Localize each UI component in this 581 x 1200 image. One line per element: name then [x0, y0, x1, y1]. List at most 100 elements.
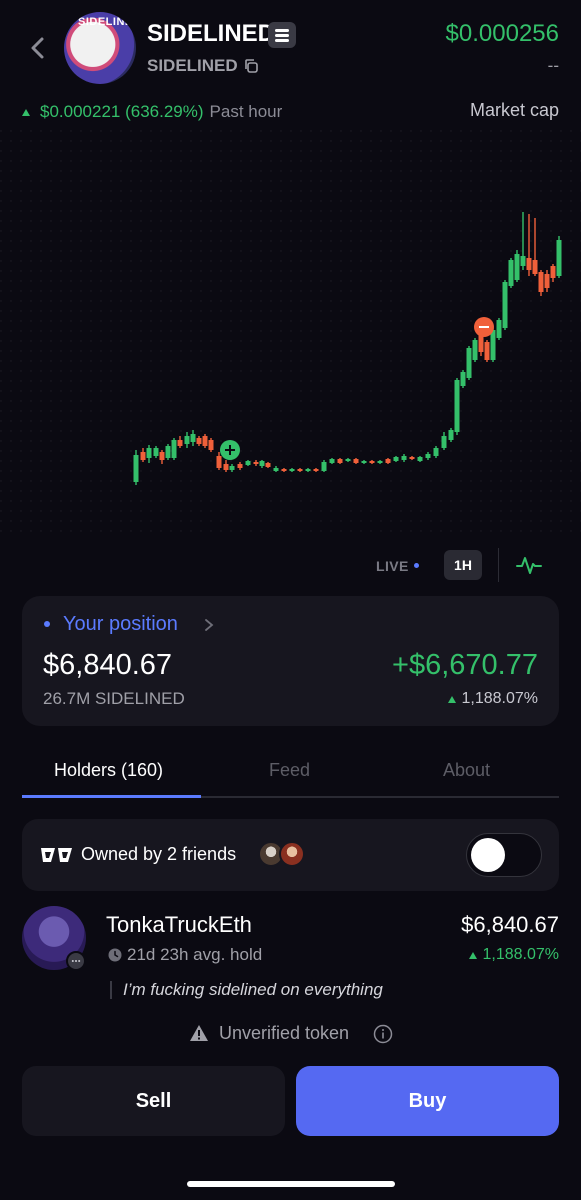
- position-value: $6,840.67: [43, 649, 173, 681]
- chevron-right-icon[interactable]: [204, 618, 214, 632]
- token-badge-icon: [268, 22, 296, 48]
- candle-body: [353, 459, 359, 463]
- candle-body: [508, 260, 514, 286]
- candle-body: [460, 372, 466, 386]
- candle-body: [409, 457, 415, 459]
- holder-name[interactable]: TonkaTruckEth: [106, 912, 252, 938]
- candle-body: [361, 461, 367, 463]
- candle-body: [265, 463, 271, 467]
- candle-body: [229, 466, 235, 470]
- token-avatar: SIDELINED: [64, 12, 136, 84]
- buy-button[interactable]: Buy: [296, 1066, 559, 1136]
- tab-feed[interactable]: Feed: [269, 760, 310, 781]
- up-triangle-icon: [22, 108, 30, 116]
- candle-body: [345, 459, 351, 461]
- copy-icon[interactable]: [243, 58, 259, 74]
- candle-body: [466, 348, 472, 378]
- candle-body: [496, 320, 502, 338]
- candle-body: [393, 457, 399, 461]
- candle-body: [425, 454, 431, 458]
- tab-holders[interactable]: Holders (160): [54, 760, 163, 781]
- holder-percent-text: 1,188.07%: [482, 946, 559, 963]
- candle-body: [490, 330, 496, 360]
- candle-body: [216, 456, 222, 468]
- candle-body: [441, 436, 447, 448]
- buy-marker: [220, 440, 240, 460]
- toggle-knob: [471, 838, 505, 872]
- candle-body: [433, 448, 439, 456]
- price-change-period: Past hour: [209, 102, 283, 121]
- holder-value: $6,840.67: [461, 912, 559, 937]
- quote-bar: [110, 981, 112, 999]
- candle-body: [526, 258, 532, 270]
- token-screen: SIDELINED SIDELINED SIDELINED $0.000256 …: [0, 0, 581, 1200]
- price-sub: --: [547, 56, 559, 75]
- friends-logo-icon: [41, 848, 72, 862]
- market-cap-label: Market cap: [469, 100, 559, 120]
- candle-body: [321, 462, 327, 471]
- candle-body: [171, 440, 177, 458]
- candle-body: [556, 240, 562, 276]
- candle-body: [165, 446, 171, 458]
- position-percent-text: 1,188.07%: [461, 690, 538, 707]
- position-percent: 1,188.07%: [448, 690, 538, 708]
- candle-body: [289, 469, 295, 471]
- price-change-row: $0.000221 (636.29%) Past hour: [22, 102, 282, 122]
- candle-body: [237, 464, 243, 468]
- sell-marker: [474, 317, 494, 337]
- chat-icon: [66, 951, 86, 971]
- candle-body: [550, 266, 556, 278]
- candle-body: [146, 448, 152, 458]
- info-icon[interactable]: [373, 1024, 393, 1044]
- candle-body: [502, 282, 508, 328]
- timeframe-button[interactable]: 1H: [444, 550, 482, 580]
- unverified-label: Unverified token: [219, 1023, 350, 1043]
- pulse-icon[interactable]: [516, 554, 542, 576]
- candle-body: [520, 256, 526, 266]
- home-indicator: [187, 1181, 395, 1187]
- hold-time: 21d 23h avg. hold: [127, 945, 263, 964]
- candle-body: [245, 461, 251, 465]
- controls-divider: [498, 548, 499, 582]
- live-dot: [414, 563, 419, 568]
- current-price: $0.000256: [445, 20, 559, 47]
- price-chart[interactable]: [0, 130, 581, 540]
- candle-body: [140, 452, 146, 460]
- candle-body: [544, 274, 550, 288]
- candle-body: [297, 469, 303, 471]
- candle-body: [313, 469, 319, 471]
- up-triangle-icon: [469, 951, 478, 959]
- tab-about[interactable]: About: [443, 760, 490, 781]
- candle-body: [305, 469, 311, 471]
- candle-body: [202, 436, 208, 446]
- friends-toggle[interactable]: [466, 833, 542, 877]
- holder-quote: I’m fucking sidelined on everything: [123, 980, 383, 999]
- live-label[interactable]: LIVE: [376, 558, 409, 574]
- token-name: SIDELINED: [147, 20, 276, 47]
- candle-body: [159, 452, 165, 460]
- candle-body: [190, 434, 196, 442]
- candle-body: [532, 260, 538, 274]
- position-gain: +$6,670.77: [392, 649, 538, 681]
- friend-avatar-2: [279, 841, 305, 867]
- chart-controls: LIVE 1H: [0, 548, 581, 582]
- back-chevron-icon[interactable]: [28, 36, 48, 60]
- sell-button[interactable]: Sell: [22, 1066, 285, 1136]
- avatar-text: SIDELINED: [78, 16, 136, 28]
- candle-body: [133, 455, 139, 482]
- up-triangle-icon: [448, 695, 457, 703]
- tab-underline: [22, 795, 201, 798]
- position-title[interactable]: Your position: [63, 613, 178, 636]
- position-amount: 26.7M SIDELINED: [43, 689, 185, 708]
- candle-body: [454, 380, 460, 432]
- holder-percent: 1,188.07%: [469, 946, 559, 964]
- friends-row: Owned by 2 friends: [22, 819, 559, 891]
- tab-bar: Holders (160) Feed About: [22, 756, 559, 798]
- candle-body: [153, 448, 159, 456]
- candle-body: [385, 459, 391, 463]
- position-card[interactable]: Your position $6,840.67 +$6,670.77 26.7M…: [22, 596, 559, 726]
- candle-body: [259, 461, 265, 466]
- candle-body: [184, 436, 190, 444]
- candle-body: [401, 456, 407, 460]
- friends-label: Owned by 2 friends: [81, 844, 237, 864]
